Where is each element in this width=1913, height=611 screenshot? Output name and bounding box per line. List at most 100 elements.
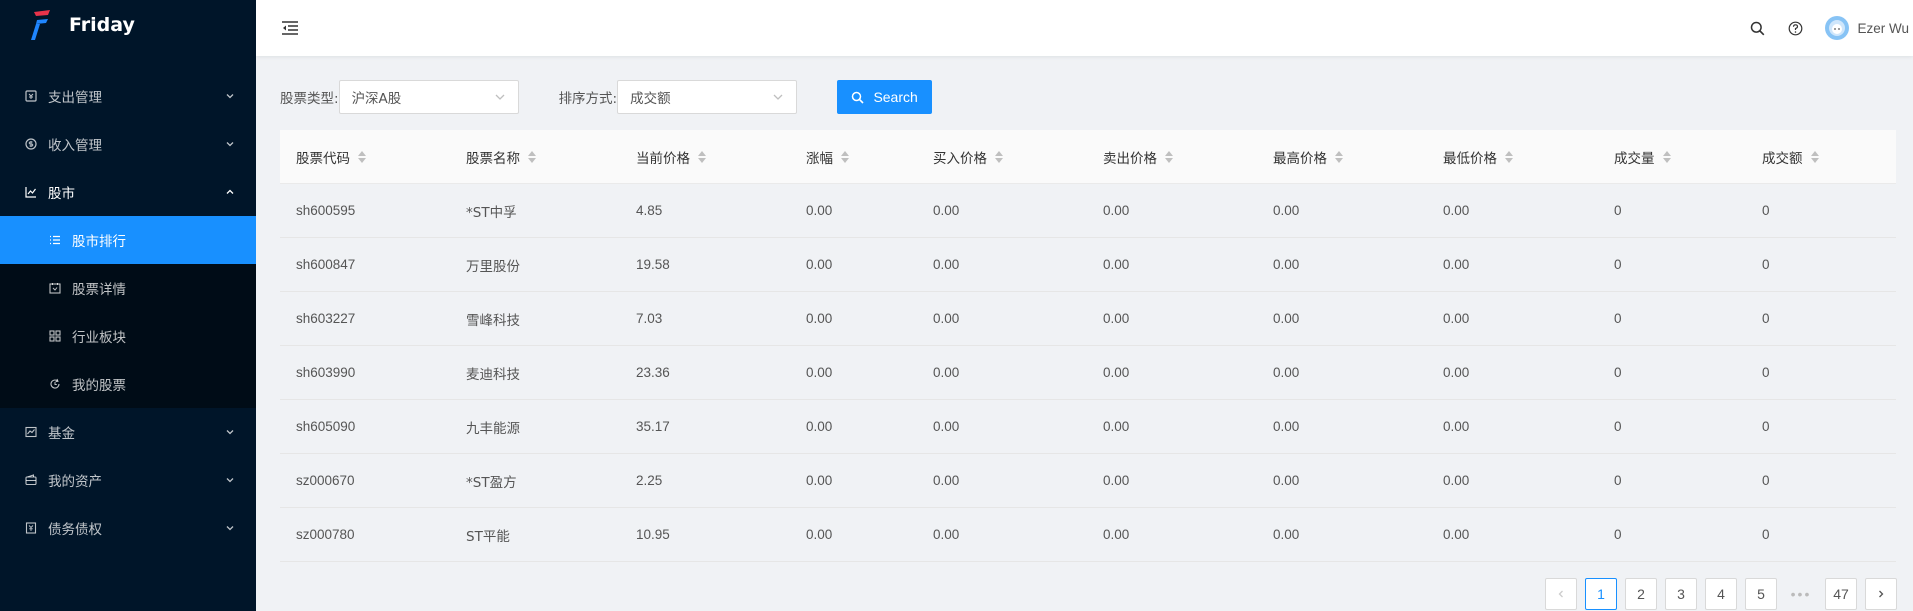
stock-submenu: 股市排行 股票详情 行业板块 我的股票 (0, 216, 256, 408)
sidebar-item-debt[interactable]: 债务债权 (0, 504, 256, 552)
sort-select[interactable]: 成交额 (617, 80, 798, 114)
sidebar-item-stock-detail[interactable]: 股票详情 (0, 264, 256, 312)
table-cell: 10.95 (636, 527, 670, 542)
header-actions: Ezer Wu (1749, 16, 1913, 40)
page-button[interactable]: 1 (1585, 578, 1617, 610)
sort-icon[interactable] (841, 150, 849, 163)
table-cell: 0 (1614, 419, 1622, 434)
calendar-icon (48, 281, 62, 295)
stock-type-value: 沪深A股 (351, 91, 402, 107)
chevron-down-icon (224, 522, 236, 534)
column-header[interactable]: 当前价格 (620, 147, 790, 167)
sidebar-item-fund[interactable]: 基金 (0, 408, 256, 456)
sidebar-item-my-assets[interactable]: 我的资产 (0, 456, 256, 504)
column-header[interactable]: 最高价格 (1257, 147, 1427, 167)
page-button[interactable]: 4 (1705, 578, 1737, 610)
sort-icon[interactable] (358, 150, 366, 163)
table-cell: 0.00 (806, 365, 833, 380)
table-cell: 麦迪科技 (466, 366, 520, 383)
sort-icon[interactable] (1810, 150, 1819, 163)
table-cell: 0.00 (1443, 257, 1470, 272)
sidebar-item-label: 我的股票 (72, 378, 126, 394)
table-row[interactable]: sh605090 九丰能源 35.17 0.00 0.00 0.00 0.00 0.00 0 0 (280, 400, 1896, 454)
sidebar-item-expense[interactable]: 支出管理 (0, 72, 256, 120)
sidebar: Friday 支出管理 收入管理 股市 股市排行 股票详情 行业板块 我的股票 … (0, 0, 256, 611)
pagination-ellipsis[interactable]: ••• (1785, 578, 1817, 610)
fund-icon (24, 425, 38, 439)
table-cell: 7.03 (636, 311, 663, 326)
table-row[interactable]: sh603990 麦迪科技 23.36 0.00 0.00 0.00 0.00 0.00 0 0 (280, 346, 1896, 400)
table-cell: 0 (1614, 311, 1622, 326)
sidebar-item-label: 基金 (48, 426, 75, 442)
next-page-button[interactable] (1865, 578, 1897, 610)
table-cell: 0.00 (1103, 419, 1130, 434)
table-cell: 0 (1762, 257, 1770, 272)
column-header-label: 股票名称 (466, 150, 520, 167)
table-cell: 0.00 (1103, 527, 1130, 542)
table-cell: 35.17 (636, 419, 670, 434)
column-header[interactable]: 涨幅 (790, 147, 917, 167)
search-button[interactable]: Search (837, 80, 933, 114)
column-header-label: 成交量 (1614, 150, 1655, 167)
sidebar-item-stock-market[interactable]: 股市 (0, 168, 256, 216)
wallet-icon (24, 473, 38, 487)
sort-icon[interactable] (995, 150, 1003, 163)
prev-page-button[interactable] (1545, 578, 1577, 610)
table-cell: 0.00 (933, 527, 960, 542)
table-cell: 0.00 (933, 311, 960, 326)
page-button-last[interactable]: 47 (1825, 578, 1857, 610)
table-cell: 0.00 (1103, 365, 1130, 380)
sidebar-item-my-stocks[interactable]: 我的股票 (0, 360, 256, 408)
menu-fold-icon[interactable] (280, 18, 300, 38)
table-cell: sh600847 (296, 257, 356, 272)
table-row[interactable]: sh600595 *ST中孚 4.85 0.00 0.00 0.00 0.00 0.00 0 0 (280, 184, 1896, 238)
search-icon[interactable] (1749, 20, 1765, 36)
sort-icon[interactable] (1662, 150, 1671, 163)
column-header[interactable]: 买入价格 (917, 147, 1087, 167)
table-cell: 0 (1614, 527, 1622, 542)
column-header[interactable]: 成交额 (1746, 147, 1896, 167)
page-button[interactable]: 3 (1665, 578, 1697, 610)
logo[interactable]: Friday (0, 0, 256, 50)
table-cell: 0.00 (1103, 473, 1130, 488)
stock-type-select[interactable]: 沪深A股 (338, 80, 519, 114)
table-cell: 23.36 (636, 365, 670, 380)
table-cell: 0.00 (1273, 527, 1300, 542)
page-button[interactable]: 2 (1625, 578, 1657, 610)
column-header[interactable]: 股票代码 (280, 147, 450, 167)
user-name[interactable]: Ezer Wu (1857, 21, 1909, 36)
sort-icon[interactable] (1335, 150, 1343, 163)
sort-icon[interactable] (1165, 150, 1173, 163)
table-row[interactable]: sz000670 *ST盈方 2.25 0.00 0.00 0.00 0.00 0.00 0 0 (280, 454, 1896, 508)
page-button[interactable]: 5 (1745, 578, 1777, 610)
sort-icon[interactable] (1505, 150, 1513, 163)
sidebar-item-income[interactable]: 收入管理 (0, 120, 256, 168)
sidebar-item-stock-ranking[interactable]: 股市排行 (0, 216, 256, 264)
table-cell: 0.00 (1443, 203, 1470, 218)
sidebar-item-industry-sector[interactable]: 行业板块 (0, 312, 256, 360)
table-row[interactable]: sh600847 万里股份 19.58 0.00 0.00 0.00 0.00 0.00 0 0 (280, 238, 1896, 292)
column-header-label: 最低价格 (1443, 150, 1497, 167)
column-header[interactable]: 成交量 (1598, 147, 1746, 167)
table-cell: 雪峰科技 (466, 312, 520, 329)
table-cell: 0 (1762, 473, 1770, 488)
table-row[interactable]: sh603227 雪峰科技 7.03 0.00 0.00 0.00 0.00 0.00 0 0 (280, 292, 1896, 346)
search-button-label: Search (873, 89, 918, 105)
sort-icon[interactable] (698, 150, 706, 163)
sort-icon[interactable] (528, 150, 536, 163)
column-header[interactable]: 最低价格 (1427, 147, 1598, 167)
filter-bar: 股票类型: 沪深A股 排序方式: 成交额 Search (280, 80, 933, 114)
sidebar-item-label: 支出管理 (48, 90, 102, 106)
table-cell: 0 (1614, 473, 1622, 488)
avatar[interactable] (1825, 16, 1850, 40)
table-cell: 0.00 (1443, 473, 1470, 488)
sidebar-item-label: 债务债权 (48, 522, 102, 538)
income-icon (24, 137, 38, 151)
table-row[interactable]: sz000780 ST平能 10.95 0.00 0.00 0.00 0.00 0.00 0 0 (280, 508, 1896, 562)
sort-value: 成交额 (630, 91, 671, 107)
table-cell: *ST中孚 (466, 204, 517, 221)
table-cell: 0.00 (806, 257, 833, 272)
column-header[interactable]: 股票名称 (450, 147, 620, 167)
help-icon[interactable] (1787, 20, 1803, 36)
column-header[interactable]: 卖出价格 (1087, 147, 1257, 167)
